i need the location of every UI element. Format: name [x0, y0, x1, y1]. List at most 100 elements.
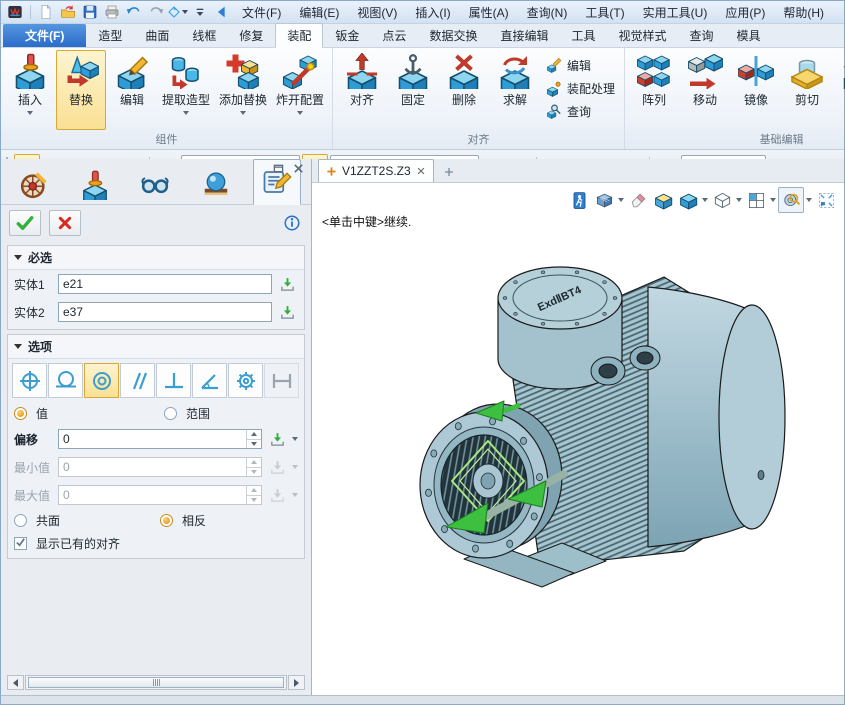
- cancel-button[interactable]: [49, 210, 81, 236]
- scroll-track[interactable]: [25, 675, 287, 690]
- menu-item-3[interactable]: 插入(I): [407, 2, 458, 23]
- dropdown-arrow-icon[interactable]: [736, 198, 742, 202]
- insert-comp-button[interactable]: 插入: [5, 50, 55, 130]
- menu-item-1[interactable]: 编辑(E): [291, 2, 347, 23]
- drag-big-button[interactable]: 拖拽: [833, 50, 845, 130]
- menu-item-5[interactable]: 查询(N): [519, 2, 576, 23]
- min-field[interactable]: [59, 458, 246, 476]
- ok-button[interactable]: [9, 210, 41, 236]
- save-button[interactable]: [80, 3, 100, 21]
- ribbon-tab-7[interactable]: 点云: [371, 24, 417, 47]
- scroll-thumb[interactable]: [28, 677, 284, 688]
- panel-tab-glasses[interactable]: [132, 166, 178, 204]
- ribbon-tab-0[interactable]: 文件(F): [3, 24, 86, 47]
- panel-close-button[interactable]: [291, 162, 305, 174]
- new-tab-button[interactable]: [438, 162, 460, 182]
- ribbon-tab-1[interactable]: 造型: [87, 24, 133, 47]
- entity2-pick-button[interactable]: [276, 301, 298, 323]
- panel-restore-button[interactable]: [271, 162, 285, 174]
- ribbon-tab-3[interactable]: 线框: [181, 24, 227, 47]
- ribbon-tab-8[interactable]: 数据交换: [418, 24, 488, 47]
- panel-collapse-button[interactable]: [212, 3, 232, 21]
- offset-pick-button[interactable]: [266, 428, 288, 450]
- fit-view-button[interactable]: [814, 188, 838, 212]
- small-query-button[interactable]: 查询: [543, 102, 618, 121]
- pattern-big-button[interactable]: 阵列: [629, 50, 679, 130]
- graphics-area[interactable]: V1ZZT2S.Z3 <单击中键>继续.: [312, 159, 844, 696]
- panel-tab-palette[interactable]: [11, 166, 57, 204]
- menu-item-9[interactable]: 帮助(H): [775, 2, 832, 23]
- coplanar-radio[interactable]: [14, 514, 27, 527]
- offset-spinner[interactable]: [246, 430, 261, 448]
- constraint-parallel-button[interactable]: [120, 363, 155, 398]
- scroll-right-button[interactable]: [288, 675, 305, 690]
- fix-big-button[interactable]: 固定: [388, 50, 438, 130]
- replace-comp-button[interactable]: 替换: [56, 50, 106, 130]
- toolbar-collapse-button[interactable]: [190, 3, 210, 21]
- constraint-perpendicular-button[interactable]: [156, 363, 191, 398]
- dropdown-arrow-icon[interactable]: [618, 198, 624, 202]
- menu-item-2[interactable]: 视图(V): [349, 2, 405, 23]
- align-big-button[interactable]: 对齐: [337, 50, 387, 130]
- table-3d-button[interactable]: [592, 188, 616, 212]
- options-section-header[interactable]: 选项: [8, 335, 304, 359]
- offset-options-dropdown[interactable]: [292, 437, 298, 441]
- ribbon-tab-9[interactable]: 直接编辑: [489, 24, 559, 47]
- menu-item-4[interactable]: 属性(A): [461, 2, 517, 23]
- quad-view-button[interactable]: [744, 188, 768, 212]
- constraint-tangent-button[interactable]: [48, 363, 83, 398]
- opposite-radio[interactable]: [160, 514, 173, 527]
- show-existing-checkbox[interactable]: [14, 537, 27, 550]
- move-big-button[interactable]: 移动: [680, 50, 730, 130]
- ribbon-tab-6[interactable]: 钣金: [324, 24, 370, 47]
- redo-button[interactable]: [146, 3, 166, 21]
- ribbon-tab-4[interactable]: 修复: [228, 24, 274, 47]
- panel-tab-stamp[interactable]: [72, 166, 118, 204]
- entity1-pick-button[interactable]: [276, 273, 298, 295]
- range-radio[interactable]: [164, 407, 177, 420]
- constraint-coincident-button[interactable]: [12, 363, 47, 398]
- box-yellow-button[interactable]: [651, 188, 675, 212]
- ribbon-tab-5[interactable]: 装配: [275, 23, 323, 48]
- small-edit-button[interactable]: 编辑: [543, 56, 618, 75]
- motor-3d-model[interactable]: ExdⅡBT4: [312, 159, 844, 674]
- print-button[interactable]: [102, 3, 122, 21]
- scroll-left-button[interactable]: [7, 675, 24, 690]
- solve-big-button[interactable]: 求解: [490, 50, 540, 130]
- edit-comp-button[interactable]: 编辑: [107, 50, 157, 130]
- menu-item-8[interactable]: 应用(P): [717, 2, 773, 23]
- menu-item-0[interactable]: 文件(F): [234, 2, 289, 23]
- cube-wire-button[interactable]: [710, 188, 734, 212]
- constraint-concentric-button[interactable]: [84, 363, 119, 398]
- menu-item-6[interactable]: 工具(T): [577, 2, 632, 23]
- ribbon-tab-13[interactable]: 模具: [726, 24, 772, 47]
- cube-shaded-button[interactable]: [676, 188, 700, 212]
- constraint-angle-button[interactable]: [192, 363, 227, 398]
- info-button[interactable]: [281, 211, 303, 235]
- ribbon-tab-11[interactable]: 视觉样式: [607, 24, 677, 47]
- document-tab[interactable]: V1ZZT2S.Z3: [318, 159, 434, 182]
- panel-tab-sphere[interactable]: [193, 166, 239, 204]
- ribbon-tab-2[interactable]: 曲面: [134, 24, 180, 47]
- mirror-big-button[interactable]: 镜像: [731, 50, 781, 130]
- extract-shape-button[interactable]: 提取造型: [158, 50, 214, 130]
- small-assembly-button[interactable]: 装配处理: [543, 79, 618, 98]
- cut-big-button[interactable]: 剪切: [782, 50, 832, 130]
- walk-man-button[interactable]: [567, 188, 591, 212]
- constraint-gear-button[interactable]: [228, 363, 263, 398]
- close-tab-icon[interactable]: [416, 166, 426, 176]
- dropdown-arrow-icon[interactable]: [806, 198, 812, 202]
- zoom-circle-button[interactable]: [778, 187, 804, 213]
- delete-big-button[interactable]: 删除: [439, 50, 489, 130]
- entity2-field[interactable]: [58, 302, 272, 322]
- menu-item-7[interactable]: 实用工具(U): [635, 2, 716, 23]
- required-section-header[interactable]: 必选: [8, 246, 304, 270]
- undo-button[interactable]: [124, 3, 144, 21]
- entity1-field[interactable]: [58, 274, 272, 294]
- open-folder-button[interactable]: [58, 3, 78, 21]
- dropdown-arrow-icon[interactable]: [702, 198, 708, 202]
- refresh-diamond-button[interactable]: [168, 3, 188, 21]
- dropdown-arrow-icon[interactable]: [770, 198, 776, 202]
- max-field[interactable]: [59, 486, 246, 504]
- ribbon-tab-10[interactable]: 工具: [560, 24, 606, 47]
